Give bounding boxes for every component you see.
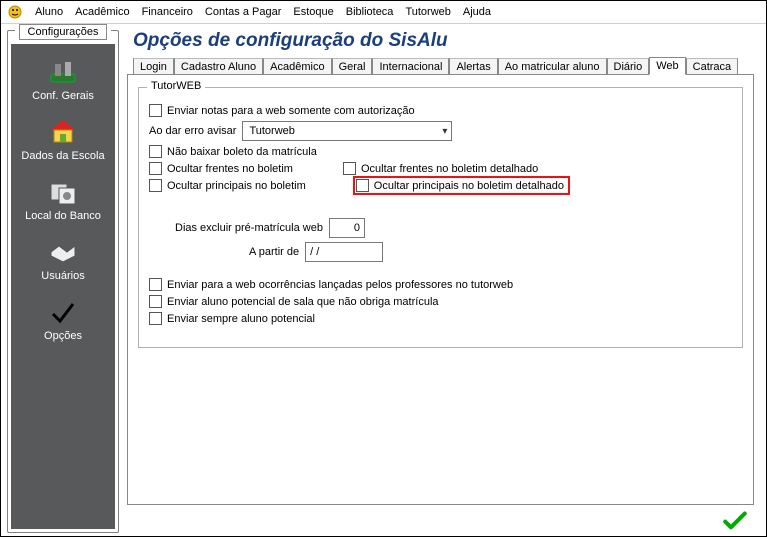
tab-cadastro-aluno[interactable]: Cadastro Aluno	[174, 58, 263, 75]
sidebar-item-label: Local do Banco	[25, 210, 101, 222]
chk-ocultar-frentes-boletim-det[interactable]: Ocultar frentes no boletim detalhado	[343, 162, 538, 175]
sidebar-title: Configurações	[19, 24, 108, 40]
tabstrip: Login Cadastro Aluno Acadêmico Geral Int…	[127, 54, 756, 74]
tab-alertas[interactable]: Alertas	[449, 58, 497, 75]
menu-biblioteca[interactable]: Biblioteca	[346, 6, 394, 18]
checkbox-icon	[343, 162, 356, 175]
chk-ocultar-principais-boletim-det[interactable]: Ocultar principais no boletim detalhado	[356, 179, 564, 192]
tab-internacional[interactable]: Internacional	[372, 58, 449, 75]
label-a-partir: A partir de	[249, 246, 299, 258]
sidebar-item-conf-gerais[interactable]: Conf. Gerais	[11, 52, 115, 108]
tab-catraca[interactable]: Catraca	[686, 58, 739, 75]
chk-enviar-aluno-potencial-sala[interactable]: Enviar aluno potencial de sala que não o…	[149, 295, 732, 308]
handshake-icon	[47, 236, 79, 268]
sidebar-item-opcoes[interactable]: Opções	[11, 292, 115, 348]
combo-value: Tutorweb	[249, 125, 294, 137]
input-dias-excluir[interactable]: 0	[329, 218, 365, 238]
tab-diario[interactable]: Diário	[607, 58, 650, 75]
sidebar-item-label: Opções	[44, 330, 82, 342]
sidebar-item-local-banco[interactable]: Local do Banco	[11, 172, 115, 228]
school-icon	[47, 116, 79, 148]
chk-label: Ocultar frentes no boletim	[167, 163, 293, 175]
sidebar-item-label: Dados da Escola	[21, 150, 104, 162]
checkbox-icon	[149, 179, 162, 192]
checkbox-icon	[149, 312, 162, 325]
group-tutorweb: TutorWEB Enviar notas para a web somente…	[138, 87, 743, 348]
tab-ao-matricular[interactable]: Ao matricular aluno	[498, 58, 607, 75]
combo-ao-erro[interactable]: Tutorweb ▾	[242, 121, 452, 141]
menu-ajuda[interactable]: Ajuda	[463, 6, 491, 18]
label-ao-erro: Ao dar erro avisar	[149, 125, 236, 137]
chk-label: Ocultar frentes no boletim detalhado	[361, 163, 538, 175]
checkbox-icon	[149, 278, 162, 291]
ok-button[interactable]	[722, 509, 748, 531]
tab-login[interactable]: Login	[133, 58, 174, 75]
group-title: TutorWEB	[147, 80, 205, 92]
tools-icon	[47, 56, 79, 88]
tab-web[interactable]: Web	[649, 57, 685, 75]
highlight-annotation: Ocultar principais no boletim detalhado	[353, 176, 570, 195]
input-a-partir[interactable]: / /	[305, 242, 383, 262]
sidebar-item-label: Conf. Gerais	[32, 90, 94, 102]
checkbox-icon	[149, 295, 162, 308]
tab-panel-web: TutorWEB Enviar notas para a web somente…	[127, 74, 754, 505]
tab-geral[interactable]: Geral	[332, 58, 373, 75]
menu-financeiro[interactable]: Financeiro	[142, 6, 193, 18]
checkbox-icon	[356, 179, 369, 192]
menu-contas[interactable]: Contas a Pagar	[205, 6, 281, 18]
page-title: Opções de configuração do SisAlu	[133, 30, 756, 52]
sidebar-item-usuarios[interactable]: Usuários	[11, 232, 115, 288]
menu-tutorweb[interactable]: Tutorweb	[405, 6, 450, 18]
chk-ocultar-frentes-boletim[interactable]: Ocultar frentes no boletim	[149, 162, 293, 175]
app-logo-icon	[7, 4, 23, 20]
menu-aluno[interactable]: Aluno	[35, 6, 63, 18]
checkbox-icon	[149, 162, 162, 175]
chk-label: Enviar para a web ocorrências lançadas p…	[167, 279, 513, 291]
chk-label: Ocultar principais no boletim detalhado	[374, 180, 564, 192]
chk-enviar-notas-autorizacao[interactable]: Enviar notas para a web somente com auto…	[149, 104, 732, 117]
chk-enviar-sempre-potencial[interactable]: Enviar sempre aluno potencial	[149, 312, 732, 325]
chk-ocultar-principais-boletim[interactable]: Ocultar principais no boletim	[149, 179, 306, 192]
menu-estoque[interactable]: Estoque	[293, 6, 333, 18]
disks-icon	[47, 176, 79, 208]
chk-enviar-ocorrencias[interactable]: Enviar para a web ocorrências lançadas p…	[149, 278, 732, 291]
tab-academico[interactable]: Acadêmico	[263, 58, 331, 75]
chk-nao-baixar-boleto[interactable]: Não baixar boleto da matrícula	[149, 145, 732, 158]
menu-academico[interactable]: Acadêmico	[75, 6, 129, 18]
chk-label: Enviar notas para a web somente com auto…	[167, 105, 415, 117]
menubar: Aluno Acadêmico Financeiro Contas a Paga…	[1, 1, 766, 24]
checkbox-icon	[149, 145, 162, 158]
chk-label: Ocultar principais no boletim	[167, 180, 306, 192]
chk-label: Enviar sempre aluno potencial	[167, 313, 315, 325]
checkbox-icon	[149, 104, 162, 117]
sidebar-item-label: Usuários	[41, 270, 84, 282]
chk-label: Enviar aluno potencial de sala que não o…	[167, 296, 439, 308]
chevron-down-icon: ▾	[442, 126, 447, 137]
chk-label: Não baixar boleto da matrícula	[167, 146, 317, 158]
sidebar: Configurações Conf. Gerais Dados da Esco…	[1, 24, 125, 539]
sidebar-item-dados-escola[interactable]: Dados da Escola	[11, 112, 115, 168]
label-dias-excluir: Dias excluir pré-matrícula web	[175, 222, 323, 234]
check-icon	[47, 296, 79, 328]
